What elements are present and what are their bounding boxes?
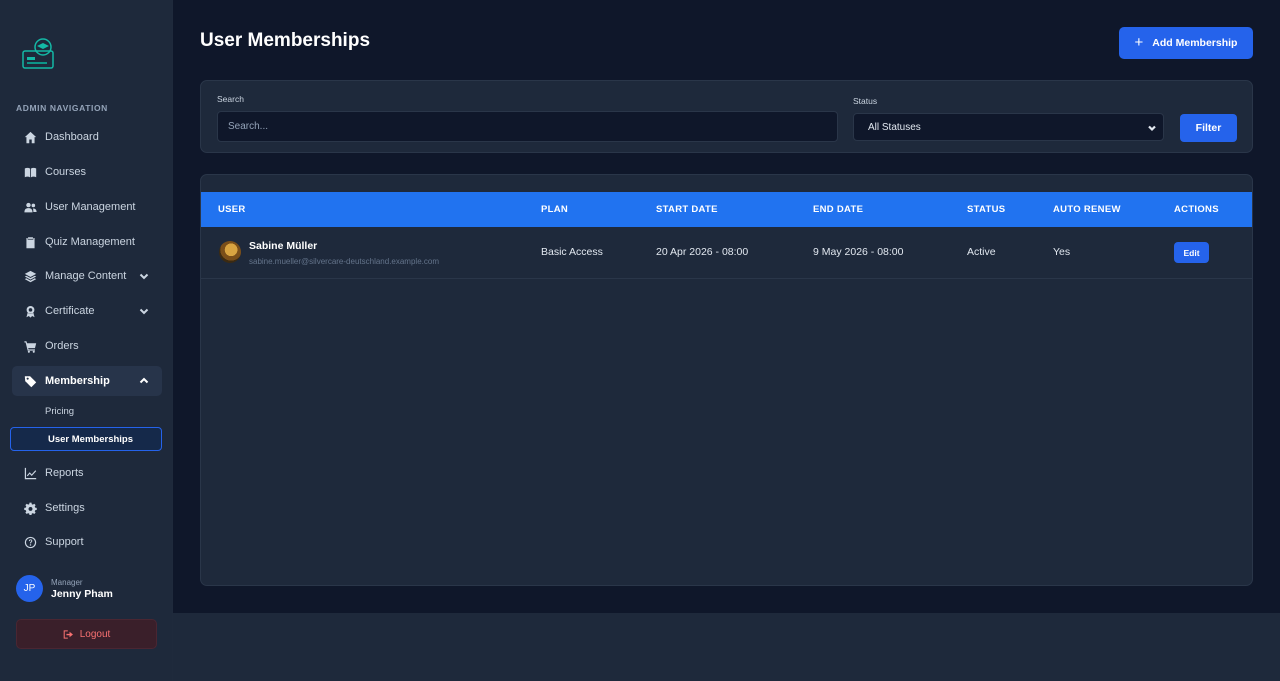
sidebar-item-reports[interactable]: Reports [12,458,162,488]
cell-start-date: 20 Apr 2026 - 08:00 [656,246,749,258]
chevron-down-icon [138,305,150,317]
status-selected-value: All Statuses [868,121,921,133]
layers-icon [23,269,37,283]
sidebar-item-label: Dashboard [45,131,99,143]
cell-status: Active [967,246,996,258]
nav-heading: ADMIN NAVIGATION [16,103,108,113]
memberships-table: USER PLAN START DATE END DATE STATUS AUT… [200,174,1253,586]
status-select[interactable]: All Statuses [853,113,1164,141]
sidebar-item-settings[interactable]: Settings [12,493,162,523]
table-row: Sabine Müller sabine.mueller@silvercare-… [201,227,1252,279]
home-icon [23,130,37,144]
chevron-down-icon [138,270,150,282]
profile-role: Manager [51,577,83,587]
search-label: Search [217,94,244,104]
column-header-start-date[interactable]: START DATE [656,204,718,215]
sidebar-subitem-user-memberships[interactable]: User Memberships [10,427,162,451]
logout-icon [63,629,73,639]
user-profile[interactable]: JP Manager Jenny Pham [16,575,113,602]
cell-plan: Basic Access [541,246,603,258]
chevron-down-icon [1147,123,1157,136]
user-name: Sabine Müller [249,240,318,252]
cell-end-date: 9 May 2026 - 08:00 [813,246,904,258]
sidebar-item-label: Courses [45,166,86,178]
column-header-status[interactable]: STATUS [967,204,1005,215]
sidebar-item-label: Reports [45,467,84,479]
user-avatar [219,241,241,263]
add-membership-button[interactable]: + Add Membership [1119,27,1253,59]
user-email: sabine.mueller@silvercare-deutschland.ex… [249,257,439,266]
column-header-actions: ACTIONS [1174,204,1219,215]
tag-icon [23,374,37,388]
sidebar-subitem-pricing[interactable]: Pricing [12,399,162,423]
cart-icon [23,339,37,353]
chevron-up-icon [138,375,150,387]
profile-name: Jenny Pham [51,587,113,600]
sidebar-item-label: User Management [45,201,136,213]
sidebar-item-orders[interactable]: Orders [12,331,162,361]
sidebar-item-user-management[interactable]: User Management [12,192,162,222]
column-header-auto-renew[interactable]: AUTO RENEW [1053,204,1121,215]
avatar: JP [16,575,43,602]
sidebar-item-support[interactable]: Support [12,527,162,557]
filter-button[interactable]: Filter [1180,114,1237,142]
sidebar-item-label: Orders [45,340,79,352]
add-membership-label: Add Membership [1152,37,1238,49]
cell-auto-renew: Yes [1053,246,1071,258]
sidebar-subitem-label: Pricing [45,405,75,417]
book-icon [23,165,37,179]
users-icon [23,200,37,214]
search-input[interactable] [217,111,838,142]
column-header-plan[interactable]: PLAN [541,204,568,215]
main-content: User Memberships + Add Membership Search… [173,0,1280,613]
sidebar-item-label: Manage Content [45,270,127,282]
sidebar-item-manage-content[interactable]: Manage Content [12,261,162,291]
sidebar: ADMIN NAVIGATION Dashboard Courses User … [0,0,173,681]
column-header-user[interactable]: USER [218,204,246,215]
status-label: Status [853,96,878,106]
sidebar-item-label: Membership [45,375,110,387]
sidebar-item-label: Support [45,536,84,548]
sidebar-item-certificate[interactable]: Certificate [12,296,162,326]
logout-button[interactable]: Logout [16,619,157,649]
chart-line-icon [23,466,37,480]
logout-label: Logout [79,628,111,640]
sidebar-subitem-label: User Memberships [48,433,134,445]
table-header: USER PLAN START DATE END DATE STATUS AUT… [201,192,1252,227]
plus-icon: + [1134,34,1144,51]
sidebar-item-label: Settings [45,502,85,514]
edit-button[interactable]: Edit [1174,242,1209,263]
sidebar-item-label: Certificate [45,305,95,317]
award-icon [23,304,37,318]
sidebar-item-courses[interactable]: Courses [12,157,162,187]
sidebar-item-membership[interactable]: Membership [12,366,162,396]
clipboard-check-icon [23,235,37,249]
sidebar-item-quiz-management[interactable]: Quiz Management [12,227,162,257]
filter-panel: Search Status All Statuses Filter [200,80,1253,153]
column-header-end-date[interactable]: END DATE [813,204,863,215]
logo-icon[interactable] [21,37,55,71]
sidebar-item-dashboard[interactable]: Dashboard [12,122,162,152]
gear-icon [23,501,37,515]
question-circle-icon [23,535,37,549]
sidebar-item-label: Quiz Management [45,236,135,248]
page-title: User Memberships [200,30,371,51]
